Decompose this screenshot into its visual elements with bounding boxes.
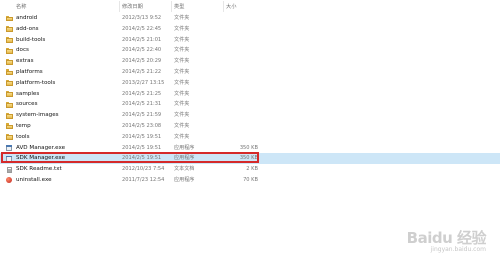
file-type: 文件夹: [174, 90, 190, 97]
text-file-icon: [6, 166, 13, 173]
file-modified-date: 2014/2/5 21:31: [122, 101, 162, 108]
file-modified-date: 2013/2/27 13:15: [122, 79, 165, 86]
file-name: system-images: [16, 112, 59, 119]
file-row[interactable]: AVD Manager.exe 2014/2/5 19:51 应用程序 350 KB: [0, 143, 500, 154]
column-header: 名称 修改日期 类型 大小: [0, 0, 500, 14]
file-type: 文件夹: [174, 68, 190, 75]
file-modified-date: 2014/2/5 22:40: [122, 47, 162, 54]
column-header-size[interactable]: 大小: [226, 3, 236, 10]
file-row[interactable]: add-ons 2014/2/5 22:45 文件夹: [0, 24, 500, 35]
file-modified-date: 2014/2/5 20:29: [122, 58, 162, 65]
file-name: extras: [16, 58, 34, 65]
folder-icon: [6, 37, 13, 44]
file-name: platforms: [16, 68, 43, 75]
file-row[interactable]: platform-tools 2013/2/27 13:15 文件夹: [0, 78, 500, 89]
folder-icon: [6, 91, 13, 98]
file-name: android: [16, 15, 38, 21]
file-modified-date: 2014/2/5 19:51: [122, 144, 162, 151]
file-modified-date: 2011/7/23 12:54: [122, 176, 165, 183]
file-modified-date: 2014/2/5 22:45: [122, 25, 162, 32]
file-row[interactable]: docs 2014/2/5 22:40 文件夹: [0, 45, 500, 56]
folder-icon: [6, 69, 13, 76]
file-type: 文件夹: [174, 79, 190, 86]
folder-icon: [6, 80, 13, 87]
file-row[interactable]: android 2012/3/13 9:52 文件夹: [0, 13, 500, 24]
file-name: build-tools: [16, 36, 46, 43]
file-row[interactable]: uninstall.exe 2011/7/23 12:54 应用程序 70 KB: [0, 175, 500, 186]
file-row-selected[interactable]: SDK Manager.exe 2014/2/5 19:51 应用程序 350 KB: [0, 152, 500, 165]
file-name: uninstall.exe: [16, 176, 52, 183]
file-size: 2 KB: [246, 166, 258, 173]
file-row[interactable]: build-tools 2014/2/5 21:01 文件夹: [0, 35, 500, 46]
file-modified-date: 2014/2/5 21:22: [122, 68, 162, 75]
folder-icon: [6, 134, 13, 141]
column-header-type[interactable]: 类型: [174, 3, 184, 10]
file-type: 文件夹: [174, 25, 190, 32]
file-row[interactable]: temp 2014/2/5 23:08 文件夹: [0, 121, 500, 132]
file-name: temp: [16, 122, 31, 129]
folder-icon: [6, 123, 13, 130]
watermark-url: jingyan.baidu.com: [430, 246, 486, 253]
file-row[interactable]: samples 2014/2/5 21:25 文件夹: [0, 89, 500, 100]
file-type: 文件夹: [174, 101, 190, 108]
file-modified-date: 2014/2/5 21:25: [122, 90, 162, 97]
exe-icon: [6, 145, 13, 152]
uninstall-icon: [6, 177, 13, 184]
file-modified-date: 2012/10/23 7:54: [122, 166, 165, 173]
file-type: 应用程序: [174, 155, 195, 162]
column-divider[interactable]: [223, 1, 224, 12]
file-type: 应用程序: [174, 144, 195, 151]
column-header-date[interactable]: 修改日期: [122, 3, 143, 10]
folder-icon: [6, 58, 13, 65]
column-divider[interactable]: [119, 1, 120, 12]
file-type: 文件夹: [174, 36, 190, 43]
file-size: 70 KB: [243, 176, 258, 183]
file-row[interactable]: sources 2014/2/5 21:31 文件夹: [0, 99, 500, 110]
file-type: 应用程序: [174, 176, 195, 183]
file-row[interactable]: extras 2014/2/5 20:29 文件夹: [0, 56, 500, 67]
file-size: 350 KB: [239, 144, 258, 151]
watermark-logo: Baidu 经验: [406, 229, 487, 247]
baidu-jingyan-watermark: Baidu 经验 jingyan.baidu.com: [406, 229, 487, 258]
folder-icon: [6, 112, 13, 119]
file-name: samples: [16, 90, 40, 97]
folder-icon: [6, 15, 13, 22]
column-header-name[interactable]: 名称: [16, 3, 26, 10]
file-name: docs: [16, 47, 29, 54]
file-name: platform-tools: [16, 79, 56, 86]
file-modified-date: 2012/3/13 9:52: [122, 15, 162, 21]
file-row[interactable]: tools 2014/2/5 19:51 文件夹: [0, 132, 500, 143]
file-type: 文本文档: [174, 166, 195, 173]
file-type: 文件夹: [174, 112, 190, 119]
exe-icon: [6, 155, 13, 162]
file-row[interactable]: system-images 2014/2/5 21:59 文件夹: [0, 110, 500, 121]
file-name: add-ons: [16, 25, 39, 32]
file-type: 文件夹: [174, 133, 190, 140]
file-type: 文件夹: [174, 15, 190, 21]
file-type: 文件夹: [174, 122, 190, 129]
file-type: 文件夹: [174, 58, 190, 65]
file-name: sources: [16, 101, 38, 108]
file-size: 350 KB: [239, 155, 258, 162]
folder-icon: [6, 101, 13, 108]
file-row[interactable]: platforms 2014/2/5 21:22 文件夹: [0, 67, 500, 78]
file-list: android 2012/3/13 9:52 文件夹 add-ons 2014/2/5 …: [0, 13, 500, 186]
file-row[interactable]: SDK Readme.txt 2012/10/23 7:54 文本文档 2 KB: [0, 164, 500, 175]
file-name: SDK Readme.txt: [16, 166, 62, 173]
folder-icon: [6, 47, 13, 54]
file-name: tools: [16, 133, 30, 140]
file-type: 文件夹: [174, 47, 190, 54]
file-modified-date: 2014/2/5 21:59: [122, 112, 162, 119]
folder-icon: [6, 26, 13, 33]
file-modified-date: 2014/2/5 21:01: [122, 36, 162, 43]
file-modified-date: 2014/2/5 23:08: [122, 122, 162, 129]
file-modified-date: 2014/2/5 19:51: [122, 155, 162, 162]
file-name: AVD Manager.exe: [16, 144, 66, 151]
file-modified-date: 2014/2/5 19:51: [122, 133, 162, 140]
column-divider[interactable]: [171, 1, 172, 12]
file-name: SDK Manager.exe: [16, 155, 66, 162]
